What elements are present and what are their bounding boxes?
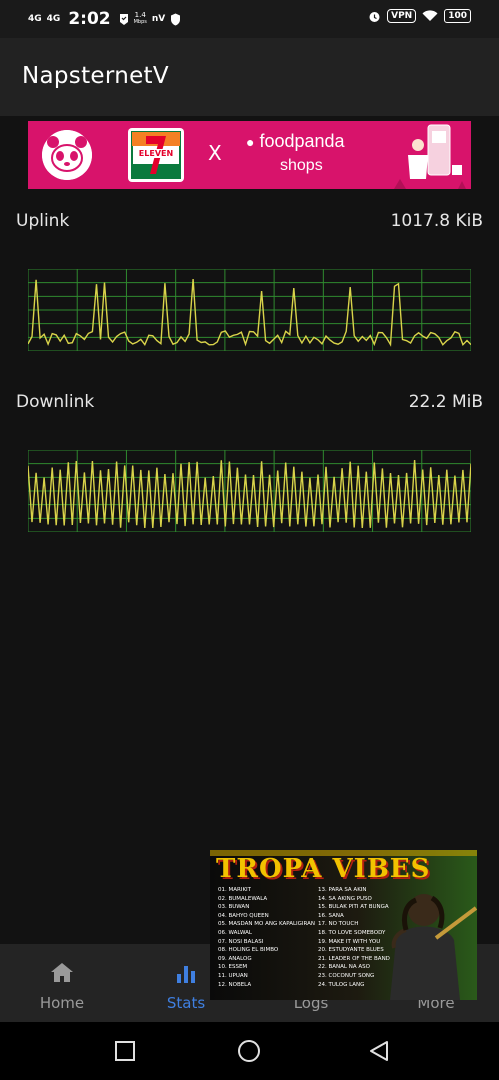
track-item: 03. BUWAN <box>218 904 250 911</box>
signal-1-icon: 4G <box>28 13 42 24</box>
ad-shops-text: shops <box>280 157 323 174</box>
track-item: 11. UPUAN <box>218 972 248 979</box>
wifi-icon <box>422 10 438 21</box>
track-item: 05. MASDAN MO ANG KAPALIGIRAN <box>218 921 316 928</box>
network-speed-value: 1.4 <box>134 11 146 19</box>
track-item: 06. WALWAL <box>218 929 252 936</box>
carrier-tag: nV <box>151 14 166 24</box>
status-bar: 4G 4G 2:02 1.4 Mbps nV VPN 100 <box>0 0 499 38</box>
back-triangle-icon[interactable] <box>367 1039 391 1063</box>
singer-figure-icon <box>390 894 477 1000</box>
nav-home[interactable]: Home <box>0 944 124 1022</box>
track-item: 12. NOBELA <box>218 981 252 988</box>
ad-foodpanda-text: ● foodpanda <box>246 131 345 152</box>
track-item: 04. BAHYO QUEEN <box>218 912 269 919</box>
alarm-icon <box>369 11 380 22</box>
floating-video-ad[interactable]: TROPA VIBES 01. MARIKIT 02. BUMALEWALA 03.… <box>210 850 477 1000</box>
track-item: 10. ESSEM <box>218 964 248 971</box>
nav-home-label: Home <box>39 994 85 1012</box>
network-speed: 1.4 Mbps <box>134 12 147 26</box>
traffic-line <box>28 460 471 529</box>
foodpanda-mini-icon: ● <box>246 134 255 150</box>
ad-separator: X <box>208 141 222 165</box>
status-right: VPN 100 <box>368 9 471 23</box>
stats-icon <box>177 966 195 983</box>
app-bar: NapsternetV <box>0 38 499 116</box>
app-title: NapsternetV <box>22 63 169 89</box>
uplink-value: 1017.8 KiB <box>390 211 483 231</box>
seven-eleven-logo: ELEVEN <box>128 128 184 182</box>
track-item: 07. NOSI BALASI <box>218 938 264 945</box>
recents-square-icon[interactable] <box>113 1039 137 1063</box>
track-item: 01. MARIKIT <box>218 887 252 893</box>
signal-2-icon: 4G <box>46 13 61 24</box>
ad-banner[interactable]: ELEVEN X ● foodpanda shops <box>28 121 471 189</box>
track-item: 09. ANALOG <box>218 955 252 962</box>
network-speed-unit: Mbps <box>133 19 147 25</box>
uplink-graph <box>28 269 471 351</box>
shield-icon <box>171 13 181 25</box>
battery-indicator: 100 <box>444 9 471 23</box>
vpn-badge: VPN <box>387 9 417 23</box>
status-left: 4G 4G 2:02 1.4 Mbps nV <box>28 9 181 29</box>
tracklist-left: 01. MARIKIT 02. BUMALEWALA 03. BUWAN 04. BA… <box>218 886 315 989</box>
track-item: 08. HOLING EL BIMBO <box>218 947 279 954</box>
system-navigation-bar <box>0 1022 499 1080</box>
home-icon <box>51 963 73 982</box>
seven-eleven-text: ELEVEN <box>134 149 178 158</box>
uplink-label: Uplink <box>16 211 70 231</box>
downlink-value: 22.2 MiB <box>408 392 483 412</box>
downlink-label: Downlink <box>16 392 95 412</box>
home-circle-icon[interactable] <box>237 1039 261 1063</box>
clock: 2:02 <box>68 9 111 29</box>
foodpanda-logo-icon <box>42 130 92 180</box>
downlink-graph <box>28 450 471 532</box>
traffic-line <box>28 279 471 347</box>
security-check-icon <box>119 14 128 25</box>
foodpanda-label: foodpanda <box>259 131 345 151</box>
track-item: 02. BUMALEWALA <box>218 895 268 902</box>
shopping-illustration-icon <box>394 124 466 189</box>
